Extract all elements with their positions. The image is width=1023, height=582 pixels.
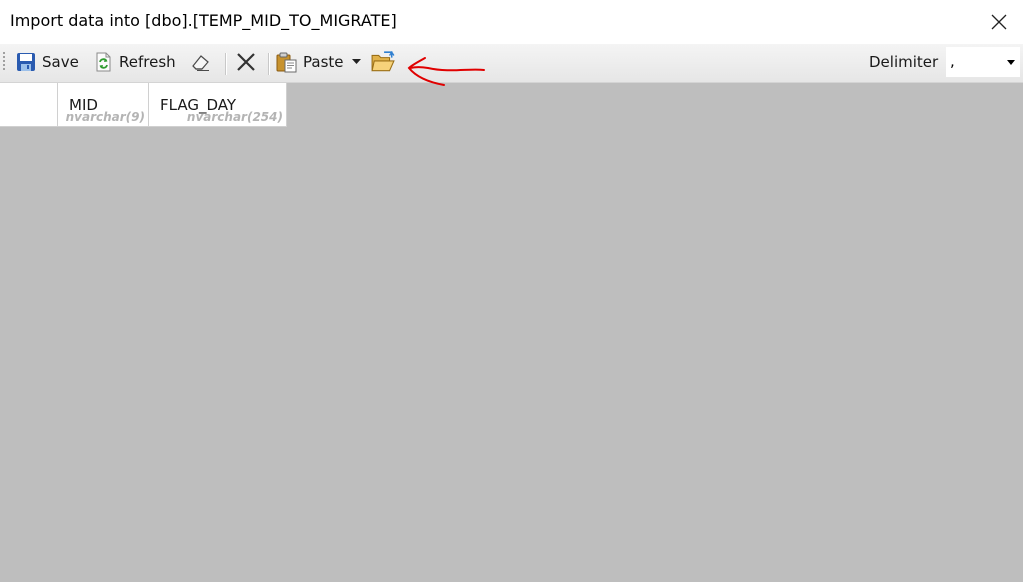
grid-header: MID nvarchar(9) FLAG_DAY nvarchar(254)	[0, 83, 287, 127]
save-button[interactable]: Save	[16, 50, 79, 74]
refresh-icon	[96, 52, 111, 72]
title-bar: Import data into [dbo].[TEMP_MID_TO_MIGR…	[0, 0, 1023, 44]
paste-button[interactable]: Paste	[276, 50, 344, 74]
refresh-label: Refresh	[119, 53, 176, 71]
floppy-disk-icon	[17, 53, 35, 71]
row-header-corner[interactable]	[0, 83, 58, 127]
eraser-icon	[192, 55, 209, 71]
open-file-button[interactable]	[371, 50, 395, 74]
chevron-down-icon	[1007, 60, 1015, 65]
delete-x-icon	[237, 53, 255, 71]
delimiter-value: ,	[950, 52, 955, 70]
column-type: nvarchar(254)	[186, 110, 283, 124]
column-header-flag-day[interactable]: FLAG_DAY nvarchar(254)	[149, 83, 287, 127]
caret-down-icon	[352, 59, 361, 64]
clear-button[interactable]	[190, 50, 210, 74]
toolbar-grip[interactable]	[3, 52, 6, 74]
clipboard-paste-icon	[276, 52, 297, 73]
delimiter-select[interactable]: ,	[946, 47, 1020, 77]
toolbar-separator	[268, 53, 270, 75]
column-header-mid[interactable]: MID nvarchar(9)	[58, 83, 149, 127]
toolbar-separator	[225, 53, 227, 75]
window-title: Import data into [dbo].[TEMP_MID_TO_MIGR…	[10, 11, 397, 30]
refresh-button[interactable]: Refresh	[93, 50, 176, 74]
column-type: nvarchar(9)	[65, 110, 145, 124]
annotation-arrow-icon	[407, 57, 485, 86]
import-data-window: Import data into [dbo].[TEMP_MID_TO_MIGR…	[0, 0, 1023, 582]
save-label: Save	[42, 53, 79, 71]
open-folder-icon	[371, 51, 395, 72]
paste-dropdown-button[interactable]	[352, 50, 361, 74]
close-icon	[991, 14, 1007, 30]
close-button[interactable]	[975, 0, 1023, 44]
toolbar: Save Refresh Paste Delimiter	[0, 44, 1023, 83]
delimiter-label: Delimiter	[869, 53, 939, 71]
paste-label: Paste	[303, 53, 344, 71]
grid-empty-area[interactable]	[0, 128, 1023, 582]
delete-button[interactable]	[236, 50, 256, 74]
